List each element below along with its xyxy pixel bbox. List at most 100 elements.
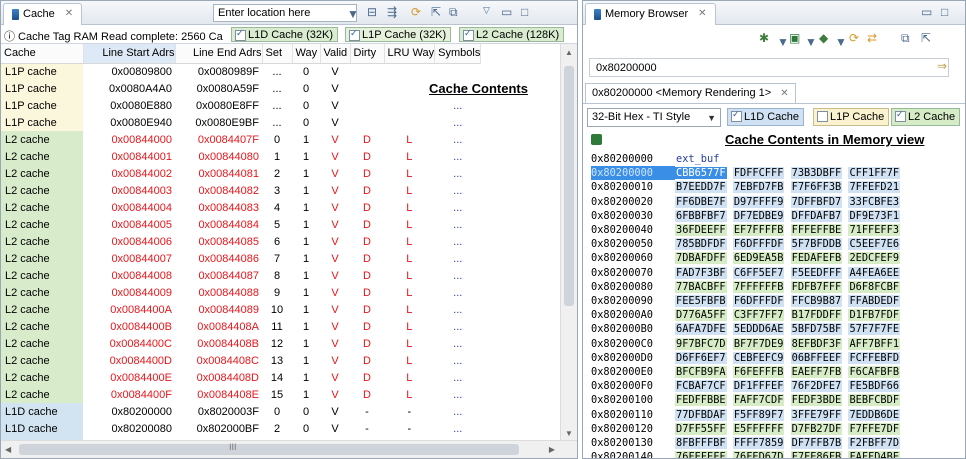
memory-word[interactable]: 7FFEFD21 xyxy=(848,181,901,194)
memory-word[interactable]: FDFB7FFF xyxy=(790,280,843,293)
memory-word[interactable]: FEDFFBBE xyxy=(675,394,727,407)
maximize-icon[interactable]: □ xyxy=(941,5,948,19)
location-dropdown-icon[interactable]: ▼ xyxy=(347,7,359,21)
pin-memory-icon[interactable]: ⇱ xyxy=(921,31,931,45)
memory-word[interactable]: FAFFD4BE xyxy=(848,451,901,458)
memory-word[interactable]: 5BFD75BF xyxy=(790,323,843,336)
column-header[interactable]: Cache xyxy=(1,44,84,64)
memory-word[interactable]: FEDAFEFB xyxy=(790,252,843,265)
column-header[interactable]: Dirty xyxy=(350,44,385,64)
tab-cache[interactable]: Cache ✕ xyxy=(3,3,83,25)
memory-word[interactable]: CEBFEFC9 xyxy=(732,351,785,364)
scroll-left-icon[interactable]: ◀ xyxy=(5,445,11,454)
load-memory-icon[interactable]: ✱ xyxy=(759,31,769,45)
memory-word[interactable]: 785BDFDF xyxy=(675,238,727,251)
memory-word[interactable]: 76FED67D xyxy=(732,451,785,458)
memory-word[interactable]: A4FEA6EE xyxy=(848,266,901,279)
memory-word[interactable]: B7EEDD7F xyxy=(675,181,727,194)
scroll-up-icon[interactable]: ▲ xyxy=(565,48,573,57)
column-header[interactable]: Valid xyxy=(320,44,351,64)
memory-word[interactable]: 73B3DBFF xyxy=(790,167,843,180)
memory-word[interactable]: 6ED9EA5B xyxy=(732,252,785,265)
memory-word[interactable]: FDFFCFFF xyxy=(732,167,785,180)
table-row[interactable]: L2 cache 0x00844001 0x00844080 1 1 V D L... xyxy=(1,148,481,165)
memory-word[interactable]: 3FFE79FF xyxy=(790,408,843,421)
memory-row[interactable]: 0x80200070 FAD7F3BF C6FF5EF7 F5EEDFFF A4F… xyxy=(591,266,901,280)
memory-word[interactable]: FE5BDF66 xyxy=(848,380,901,393)
memory-row[interactable]: 0x80200090 FEE5FBFB F6DFFFDF FFCB9B87 FFA… xyxy=(591,294,901,308)
sync-icon[interactable]: ⇄ xyxy=(867,31,877,45)
memory-word[interactable]: DF7EDBE9 xyxy=(732,209,785,222)
new-view-icon[interactable]: ⧉ xyxy=(449,5,458,20)
memory-word[interactable]: D6FF6EF7 xyxy=(675,351,727,364)
memory-row[interactable]: 0x80200060 7DBAFDFF 6ED9EA5B FEDAFEFB 2ED… xyxy=(591,251,901,265)
memory-word[interactable]: FAFF7CDF xyxy=(732,394,785,407)
memory-word[interactable]: F7FE86FB xyxy=(790,451,843,458)
memory-row[interactable]: 0x80200000 CBB6577F FDFFCFFF 73B3DBFF CFF… xyxy=(591,166,901,181)
memory-row[interactable]: 0x802000C0 9F7BFC7D BF7F7DE9 8EFBDF3F AFF… xyxy=(591,337,901,351)
memory-row[interactable]: 0x80200120 D7FF55FF E5FFFFFF D7FB27DF F7F… xyxy=(591,422,901,436)
memory-word[interactable]: F6DFFFDF xyxy=(732,238,785,251)
save-memory-icon[interactable]: ▣ xyxy=(789,31,800,45)
memory-row[interactable]: 0x80200080 77BACBFF 7FFFFFFB FDFB7FFF D6F… xyxy=(591,280,901,294)
location-input[interactable]: Enter location here xyxy=(213,4,357,22)
memory-word[interactable]: 57F7F7FE xyxy=(848,323,901,336)
new-memory-view-icon[interactable]: ⧉ xyxy=(901,31,910,46)
memory-word[interactable]: 36FDEEFF xyxy=(675,224,727,236)
table-row[interactable]: L2 cache 0x00844002 0x00844081 2 1 V D L... xyxy=(1,165,481,182)
memory-word[interactable]: F7FFE7DF xyxy=(848,422,901,435)
memory-word[interactable]: FFFEFFBE xyxy=(790,224,843,236)
fill-dropdown-icon[interactable]: ▼ xyxy=(835,35,847,49)
column-header[interactable]: Symbols xyxy=(434,44,482,64)
close-rendering-icon[interactable]: ✕ xyxy=(780,88,788,99)
memory-word[interactable]: 77BACBFF xyxy=(675,280,727,293)
tab-memory-rendering[interactable]: 0x80200000 <Memory Rendering 1> ✕ xyxy=(585,83,796,103)
memory-row[interactable]: 0x802000A0 D776A5FF C3FF7FF7 B17FDDFF D1F… xyxy=(591,308,901,322)
memory-word[interactable]: 06BFFEEF xyxy=(790,351,843,364)
table-row[interactable]: L1P cache 0x0080A4A0 0x0080A59F... 0 V... xyxy=(1,80,481,97)
memory-word[interactable]: FCBAF7CF xyxy=(675,380,727,393)
memory-word[interactable]: D7FB27DF xyxy=(790,422,843,435)
memory-row[interactable]: 0x802000E0 BFCFB9FA F6FEFFFB EAEFF7FB F6C… xyxy=(591,365,901,379)
memory-word[interactable]: BF7F7DE9 xyxy=(732,337,785,350)
memory-word[interactable]: DF7FFB7B xyxy=(790,437,843,449)
table-row[interactable]: L2 cache 0x0084400E 0x0084408D 14 1 V D L... xyxy=(1,369,481,386)
memory-word[interactable]: 7FFFFFFB xyxy=(732,280,785,293)
filter-icon[interactable]: ⇶ xyxy=(387,5,397,19)
table-row[interactable]: L2 cache 0x00844006 0x00844085 6 1 V D L... xyxy=(1,233,481,250)
memory-word[interactable]: 77DFBDAF xyxy=(675,408,727,421)
l2-cache-checkbox[interactable]: L2 Cache (128K) xyxy=(459,27,565,42)
memory-word[interactable]: DFFDAFB7 xyxy=(790,209,843,222)
table-row[interactable]: L2 cache 0x0084400D 0x0084408C 13 1 V D L... xyxy=(1,352,481,369)
horizontal-scroll-thumb[interactable]: III xyxy=(19,442,519,455)
memory-word[interactable]: F7F6FF3B xyxy=(790,181,843,194)
pin-icon[interactable]: ⇱ xyxy=(431,5,441,19)
memory-word[interactable]: 2EDCFEF9 xyxy=(848,252,901,265)
memory-word[interactable]: F5EEDFFF xyxy=(790,266,843,279)
memory-word[interactable]: 7DFFBFD7 xyxy=(790,195,843,208)
memory-word[interactable]: D1FB7FDF xyxy=(848,309,901,322)
table-row[interactable]: L2 cache 0x00844008 0x00844087 8 1 V D L... xyxy=(1,267,481,284)
memory-word[interactable]: AFF7BFF1 xyxy=(848,337,901,350)
mem-l2-checkbox[interactable]: L2 Cache xyxy=(891,108,961,126)
memory-row[interactable]: 0x80200050 785BDFDF F6DFFFDF 5F7BFDDB C5E… xyxy=(591,237,901,251)
format-select[interactable]: 32-Bit Hex - TI Style ▼ xyxy=(587,108,721,127)
memory-row[interactable]: 0x80200140 76FEFEFF 76FED67D F7FE86FB FAF… xyxy=(591,450,901,458)
memory-word[interactable]: CFF1FF7F xyxy=(848,167,901,180)
memory-word[interactable]: FF6DBE7F xyxy=(675,195,727,208)
memory-word[interactable]: 8EFBDF3F xyxy=(790,337,843,350)
memory-word[interactable]: F5FF89F7 xyxy=(732,408,785,421)
memory-word[interactable]: BEBFCBDF xyxy=(848,394,901,407)
memory-row[interactable]: 0x80200130 8FBFFFBF FFFF7859 DF7FFB7B F2F… xyxy=(591,436,901,450)
memory-word[interactable]: 6AFA7DFE xyxy=(675,323,727,336)
address-input[interactable]: 0x80200000 xyxy=(589,58,949,77)
memory-word[interactable]: DF9E73F1 xyxy=(848,209,901,222)
cache-vertical-scrollbar[interactable]: ▲ ▼ xyxy=(560,44,577,442)
memory-word[interactable]: F6CAFBFB xyxy=(848,366,901,378)
column-header[interactable]: LRU Way xyxy=(384,44,436,64)
maximize-icon[interactable]: □ xyxy=(521,5,528,19)
memory-word[interactable]: C6FF5EF7 xyxy=(732,266,785,279)
memory-word[interactable]: 76F2DFE7 xyxy=(790,380,843,393)
tab-memory-browser[interactable]: Memory Browser ✕ xyxy=(585,3,716,25)
memory-row[interactable]: 0x80200100 FEDFFBBE FAFF7CDF FEDF3BDE BEB… xyxy=(591,393,901,407)
